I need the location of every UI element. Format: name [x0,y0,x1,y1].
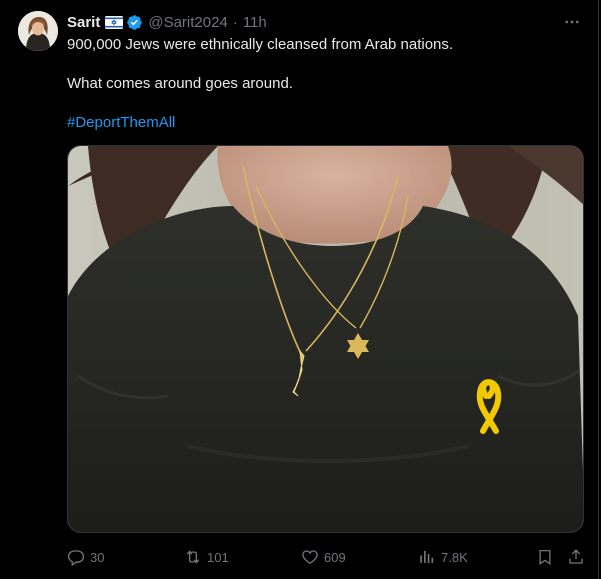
avatar[interactable] [18,11,58,51]
view-count: 7.8K [441,549,468,565]
more-options-button[interactable] [562,12,582,32]
heart-icon [302,550,318,565]
like-count: 609 [324,549,346,565]
action-bar: 30 101 609 7.8K [67,545,587,569]
author-name[interactable]: Sarit [67,14,100,31]
retweet-icon [186,550,200,564]
author-handle[interactable]: @Sarit2024 [148,14,227,31]
avatar-image [18,11,58,51]
bookmark-icon [539,549,551,566]
like-button[interactable]: 609 [301,545,346,569]
more-icon [565,20,579,24]
retweet-button[interactable]: 101 [184,545,229,569]
verified-badge-icon[interactable] [126,14,143,31]
photo-image [68,146,583,532]
share-icon [569,549,583,564]
tweet-photo[interactable] [67,145,584,533]
tweet-timestamp[interactable]: 11h [243,14,267,31]
tweet-text-line-2: What comes around goes around. [67,75,293,92]
tweet-text-line-1: 900,000 Jews were ethnically cleansed fr… [67,36,454,53]
share-button[interactable] [567,545,585,569]
views-button[interactable]: 7.8K [418,545,468,569]
views-icon [420,551,434,563]
reply-icon [67,550,85,566]
separator-dot: · [232,13,238,31]
retweet-count: 101 [207,549,229,565]
tweet-header: Sarit @Sarit2024 · 11h [67,13,267,31]
israel-flag-icon [105,15,124,29]
tweet[interactable]: Sarit @Sarit2024 · 11h 900,000 Jews were… [0,0,599,579]
reply-count: 30 [90,549,105,565]
bookmark-button[interactable] [536,545,554,569]
hashtag-link[interactable]: #DeportThemAll [67,113,175,133]
reply-button[interactable]: 30 [67,545,104,569]
